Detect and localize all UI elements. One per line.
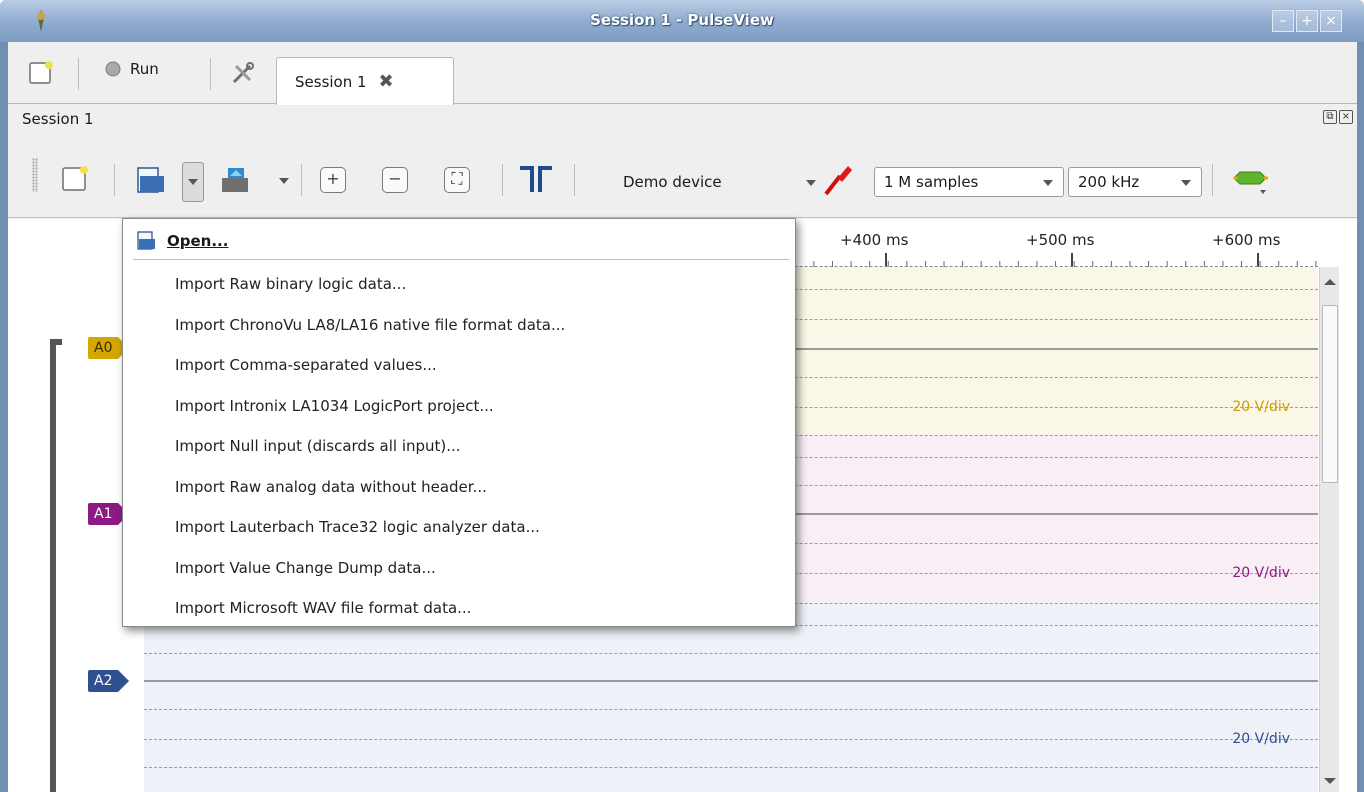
grid-line	[144, 767, 1318, 768]
chevron-down-icon	[806, 180, 816, 186]
channel-label-a0[interactable]: A0	[88, 337, 131, 359]
chevron-down-icon	[188, 179, 198, 185]
toolbar-grip[interactable]	[32, 158, 38, 192]
new-view-icon[interactable]	[60, 164, 90, 194]
settings-button[interactable]	[230, 60, 256, 86]
menu-item-import[interactable]: Import Comma-separated values...	[123, 348, 795, 382]
menu-item-import[interactable]: Import Intronix LA1034 LogicPort project…	[123, 389, 795, 423]
cursor-icon[interactable]	[516, 164, 556, 194]
tab-session-1[interactable]: Session 1 ✖	[276, 57, 454, 105]
samplerate-combo[interactable]: 200 kHz	[1068, 167, 1202, 197]
main-toolbar: Run Session 1 ✖	[8, 42, 1357, 105]
device-name: Demo device	[623, 173, 722, 191]
toolbar-separator	[78, 58, 79, 90]
session-header: Session 1 ⧉ ×	[8, 105, 1357, 133]
menu-item-import[interactable]: Import Lauterbach Trace32 logic analyzer…	[123, 510, 795, 544]
window-title: Session 1 - PulseView	[590, 11, 774, 29]
maximize-button[interactable]: +	[1296, 10, 1318, 32]
run-label: Run	[130, 60, 159, 78]
menu-item-import[interactable]: Import ChronoVu LA8/LA16 native file for…	[123, 308, 795, 342]
zoom-fit-button[interactable]: ⛶	[444, 167, 470, 193]
close-window-button[interactable]: ×	[1320, 10, 1342, 32]
menu-item-import[interactable]: Import Microsoft WAV file format data...	[123, 591, 795, 625]
run-indicator-icon	[105, 61, 121, 77]
samplerate-value: 200 kHz	[1078, 173, 1140, 191]
open-dropdown-button[interactable]	[182, 162, 204, 202]
menu-item-open-label: Open...	[167, 232, 229, 250]
menu-item-import[interactable]: Import Raw analog data without header...	[123, 470, 795, 504]
ruler-tick-label: +600 ms	[1212, 231, 1281, 249]
vertical-scrollbar[interactable]	[1319, 267, 1339, 792]
menu-separator	[133, 259, 789, 260]
menu-item-import[interactable]: Import Null input (discards all input)..…	[123, 429, 795, 463]
chevron-down-icon[interactable]	[279, 178, 289, 184]
device-selector[interactable]: Demo device	[618, 168, 818, 196]
menu-item-import[interactable]: Import Value Change Dump data...	[123, 551, 795, 585]
channel-label-a2[interactable]: A2	[88, 670, 131, 692]
open-file-icon	[137, 231, 155, 250]
new-session-button[interactable]	[28, 60, 54, 86]
close-tab-icon[interactable]: ✖	[379, 71, 394, 92]
new-session-icon	[29, 61, 53, 84]
channel-label-a1[interactable]: A1	[88, 503, 131, 525]
save-file-icon[interactable]	[218, 164, 254, 196]
zoom-out-button[interactable]: −	[382, 167, 408, 193]
ruler-tick-label: +500 ms	[1026, 231, 1095, 249]
menu-item-import[interactable]: Import Raw binary logic data...	[123, 267, 795, 301]
toolbar-separator	[301, 164, 302, 196]
title-bar[interactable]: Session 1 - PulseView – + ×	[0, 0, 1364, 42]
samples-value: 1 M samples	[884, 173, 979, 191]
grid-line	[144, 739, 1318, 740]
scroll-up-arrow[interactable]	[1324, 279, 1336, 285]
tab-label: Session 1	[295, 72, 367, 91]
chevron-down-icon	[1043, 180, 1053, 186]
close-session-icon[interactable]: ×	[1339, 110, 1353, 124]
tools-icon	[232, 62, 254, 84]
ruler-tick-label: +400 ms	[840, 231, 909, 249]
channel-group-bracket[interactable]	[50, 339, 62, 792]
decoder-icon[interactable]	[1230, 168, 1270, 198]
toolbar-separator	[574, 164, 575, 196]
channel-baseline-a2	[144, 680, 1318, 682]
channel-scale-a1: 20 V/div	[1232, 565, 1290, 581]
toolbar-separator	[1212, 164, 1213, 196]
open-file-icon[interactable]	[134, 164, 168, 196]
toolbar-separator	[210, 58, 211, 90]
scroll-down-arrow[interactable]	[1324, 778, 1336, 784]
session-toolbar: + − ⛶ Demo device 1 M samples 200 kHz	[8, 134, 1357, 218]
grid-line	[144, 709, 1318, 710]
samples-combo[interactable]: 1 M samples	[874, 167, 1064, 197]
float-icon[interactable]: ⧉	[1323, 110, 1337, 124]
channel-scale-a0: 20 V/div	[1232, 399, 1290, 415]
toolbar-separator	[114, 164, 115, 196]
run-button[interactable]: Run	[104, 60, 159, 78]
channel-scale-a2: 20 V/div	[1232, 731, 1290, 747]
channel-band-a2	[144, 603, 1318, 792]
menu-item-open[interactable]: Open...	[123, 225, 795, 257]
zoom-in-button[interactable]: +	[320, 167, 346, 193]
session-label: Session 1	[22, 110, 94, 128]
open-dropdown-menu: Open... Import Raw binary logic data... …	[122, 218, 796, 627]
minimize-button[interactable]: –	[1272, 10, 1294, 32]
grid-line	[144, 653, 1318, 654]
chevron-down-icon	[1181, 180, 1191, 186]
toolbar-separator	[502, 164, 503, 196]
scroll-thumb[interactable]	[1322, 305, 1338, 483]
probe-icon[interactable]	[820, 162, 856, 196]
